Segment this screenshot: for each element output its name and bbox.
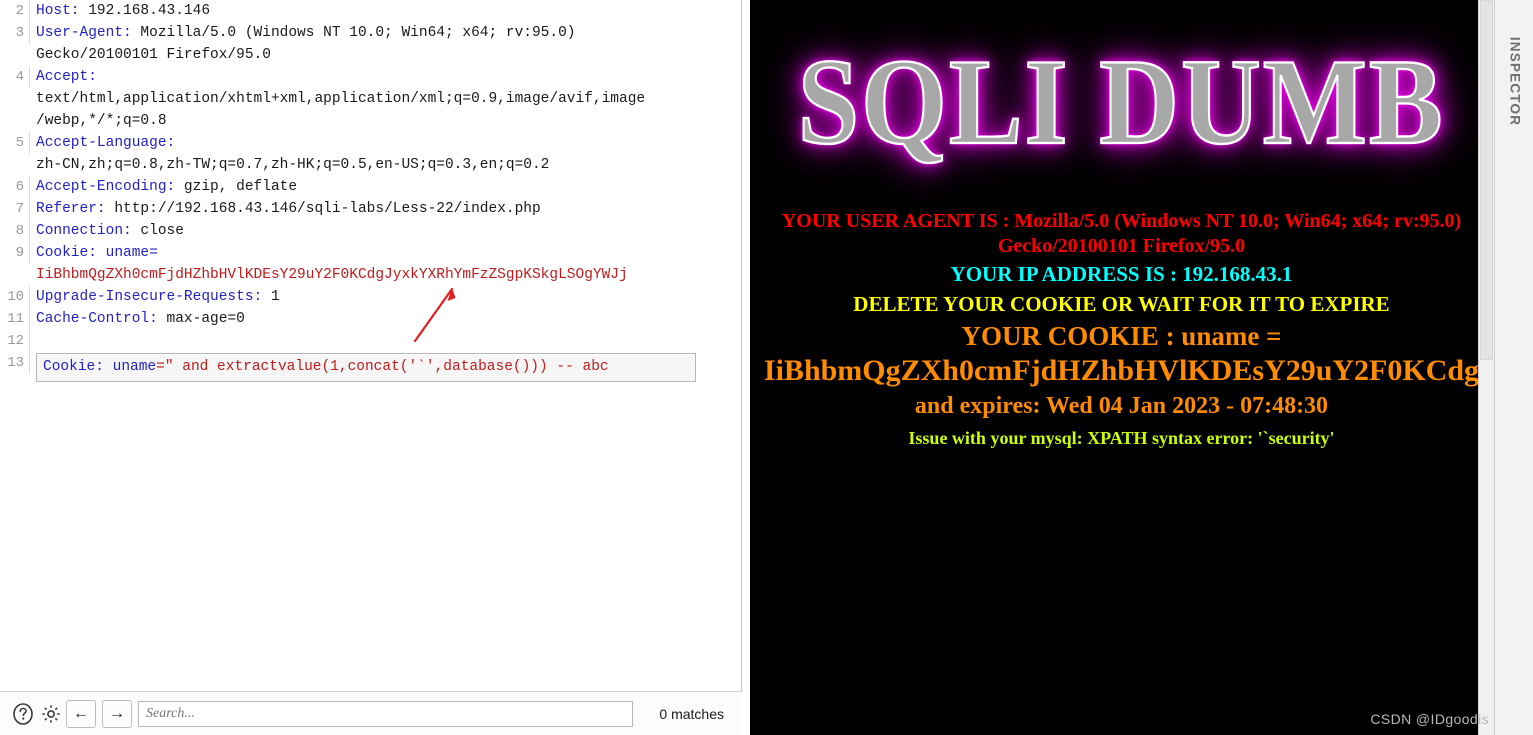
request-line-text: Connection: close	[30, 220, 741, 242]
app-root: 2 Host: 192.168.43.146 3 User-Agent: Mozill…	[0, 0, 1533, 735]
header-value: close	[131, 223, 184, 239]
line-number-9: 9	[0, 242, 30, 264]
code-lines-container: 2 Host: 192.168.43.146 3 User-Agent: Mozill…	[0, 0, 741, 352]
request-line: zh-CN,zh;q=0.8,zh-TW;q=0.7,zh-HK;q=0.5,e…	[0, 154, 741, 176]
request-line: 6 Accept-Encoding: gzip, deflate	[0, 176, 741, 198]
header-value: /webp,*/*;q=0.8	[36, 113, 167, 129]
question-mark-circle-icon[interactable]	[10, 701, 36, 727]
request-line-text: Gecko/20100101 Firefox/95.0	[30, 44, 741, 66]
delete-cookie-line: DELETE YOUR COOKIE OR WAIT FOR IT TO EXP…	[853, 292, 1390, 316]
request-line: Gecko/20100101 Firefox/95.0	[0, 44, 741, 66]
gear-icon[interactable]	[38, 701, 64, 727]
request-line: /webp,*/*;q=0.8	[0, 110, 741, 132]
header-value: Gecko/20100101 Firefox/95.0	[36, 47, 271, 63]
cookie-base64-value: IiBhbmQgZXh0cmFjdHZhbHVlKDEsY29uY2F0KCdg…	[36, 267, 628, 283]
raw-request-panel: 2 Host: 192.168.43.146 3 User-Agent: Mozill…	[0, 0, 742, 735]
cookie-key: uname=	[105, 245, 158, 261]
mysql-error-line: Issue with your mysql: XPATH syntax erro…	[908, 428, 1335, 448]
request-line-text: User-Agent: Mozilla/5.0 (Windows NT 10.0…	[30, 22, 741, 44]
request-line-text: Referer: http://192.168.43.146/sqli-labs…	[30, 198, 741, 220]
line-number-13: 13	[0, 352, 30, 374]
request-line-text: Accept-Encoding: gzip, deflate	[30, 176, 741, 198]
header-name: Cache-Control:	[36, 311, 158, 327]
ip-address-line: YOUR IP ADDRESS IS : 192.168.43.1	[950, 262, 1293, 286]
request-line-text: Cache-Control: max-age=0	[30, 308, 741, 330]
request-line: 10 Upgrade-Insecure-Requests: 1	[0, 286, 741, 308]
search-back-button[interactable]: ←	[66, 699, 96, 728]
header-value: Mozilla/5.0 (Windows NT 10.0; Win64; x64…	[131, 25, 576, 41]
request-line-text: Accept-Language:	[30, 132, 741, 154]
inject-payload: =" and extractvalue(1,concat('`',databas…	[156, 359, 609, 375]
request-line: 9 Cookie: uname=	[0, 242, 741, 264]
request-line: 11 Cache-Control: max-age=0	[0, 308, 741, 330]
banner-title: SQLI DUMB	[797, 34, 1445, 170]
inject-prefix: Cookie:	[43, 359, 113, 375]
request-line-text: IiBhbmQgZXh0cmFjdHZhbHVlKDEsY29uY2F0KCdg…	[30, 264, 741, 286]
request-line-text: Cookie: uname=	[30, 242, 741, 264]
header-value: max-age=0	[157, 311, 245, 327]
page-output-text: YOUR USER AGENT IS : Mozilla/5.0 (Window…	[750, 205, 1493, 453]
cookie-expires-line: and expires: Wed 04 Jan 2023 - 07:48:30	[914, 393, 1329, 419]
header-name: Upgrade-Insecure-Requests:	[36, 289, 263, 305]
header-value: text/html,application/xhtml+xml,applicat…	[36, 91, 646, 107]
request-editor[interactable]: 2 Host: 192.168.43.146 3 User-Agent: Mozill…	[0, 0, 741, 691]
request-line-text: Upgrade-Insecure-Requests: 1	[30, 286, 741, 308]
line-number-5: 5	[0, 132, 30, 154]
header-name: Accept:	[36, 69, 97, 85]
request-line: 12	[0, 330, 741, 352]
sqli-banner: SQLI DUMB	[750, 0, 1493, 205]
rendered-page-pane: SQLI DUMB YOUR USER AGENT IS : Mozilla/5…	[750, 0, 1493, 735]
header-name: User-Agent:	[36, 25, 132, 41]
line-number-8: 8	[0, 220, 30, 242]
request-line-text: Host: 192.168.43.146	[30, 0, 741, 22]
header-name: Accept-Language:	[36, 135, 176, 151]
header-name: Referer:	[36, 201, 106, 217]
cookie-heading: YOUR COOKIE : uname =	[961, 321, 1282, 351]
injected-cookie-row: 13 Cookie: uname=" and extractvalue(1,co…	[0, 352, 741, 382]
header-name: Host:	[36, 3, 80, 19]
search-toolbar: ← → 0 matches	[0, 691, 742, 735]
request-line: text/html,application/xhtml+xml,applicat…	[0, 88, 741, 110]
request-line: 3 User-Agent: Mozilla/5.0 (Windows NT 10.…	[0, 22, 741, 44]
header-name: Cookie:	[36, 245, 97, 261]
header-name: Accept-Encoding:	[36, 179, 176, 195]
devtools-inspector-rail[interactable]: INSPECTOR	[1494, 0, 1533, 735]
header-value: http://192.168.43.146/sqli-labs/Less-22/…	[105, 201, 541, 217]
line-number-4: 4	[0, 66, 30, 88]
line-number-3: 3	[0, 22, 30, 44]
line-number-2: 2	[0, 0, 30, 22]
header-value: uname=	[97, 245, 158, 261]
request-line: IiBhbmQgZXh0cmFjdHZhbHVlKDEsY29uY2F0KCdg…	[0, 264, 741, 286]
cookie-injection-input[interactable]: Cookie: uname=" and extractvalue(1,conca…	[36, 353, 696, 382]
header-value: gzip, deflate	[175, 179, 298, 195]
match-count-label: 0 matches	[659, 705, 724, 722]
request-line: 7 Referer: http://192.168.43.146/sqli-lab…	[0, 198, 741, 220]
user-agent-line: YOUR USER AGENT IS : Mozilla/5.0 (Window…	[781, 210, 1462, 257]
line-number-6: 6	[0, 176, 30, 198]
request-line-text: zh-CN,zh;q=0.8,zh-TW;q=0.7,zh-HK;q=0.5,e…	[30, 154, 741, 176]
inspector-rail-label: INSPECTOR	[1507, 36, 1522, 127]
inject-key: uname	[112, 359, 157, 375]
search-forward-button[interactable]: →	[102, 699, 132, 728]
page-scrollbar-thumb[interactable]	[1480, 0, 1493, 360]
page-vertical-scrollbar[interactable]	[1478, 0, 1494, 735]
request-line: 2 Host: 192.168.43.146	[0, 0, 741, 22]
header-value: 1	[262, 289, 280, 305]
request-line: 8 Connection: close	[0, 220, 741, 242]
header-value: zh-CN,zh;q=0.8,zh-TW;q=0.7,zh-HK;q=0.5,e…	[36, 157, 550, 173]
header-name: Connection:	[36, 223, 132, 239]
request-line-text: Accept:	[30, 66, 741, 88]
request-line-text: /webp,*/*;q=0.8	[30, 110, 741, 132]
line-number-11: 11	[0, 308, 30, 330]
request-line: 5 Accept-Language:	[0, 132, 741, 154]
search-input[interactable]	[138, 700, 633, 727]
line-number-7: 7	[0, 198, 30, 220]
request-line-text: text/html,application/xhtml+xml,applicat…	[30, 88, 741, 110]
line-number-10: 10	[0, 286, 30, 308]
header-value: 192.168.43.146	[79, 3, 211, 19]
cookie-value: IiBhbmQgZXh0cmFjdHZhbHVlKDEsY29uY2F0KCdg	[763, 354, 1480, 387]
line-number-12: 12	[0, 330, 30, 352]
request-line: 4 Accept:	[0, 66, 741, 88]
